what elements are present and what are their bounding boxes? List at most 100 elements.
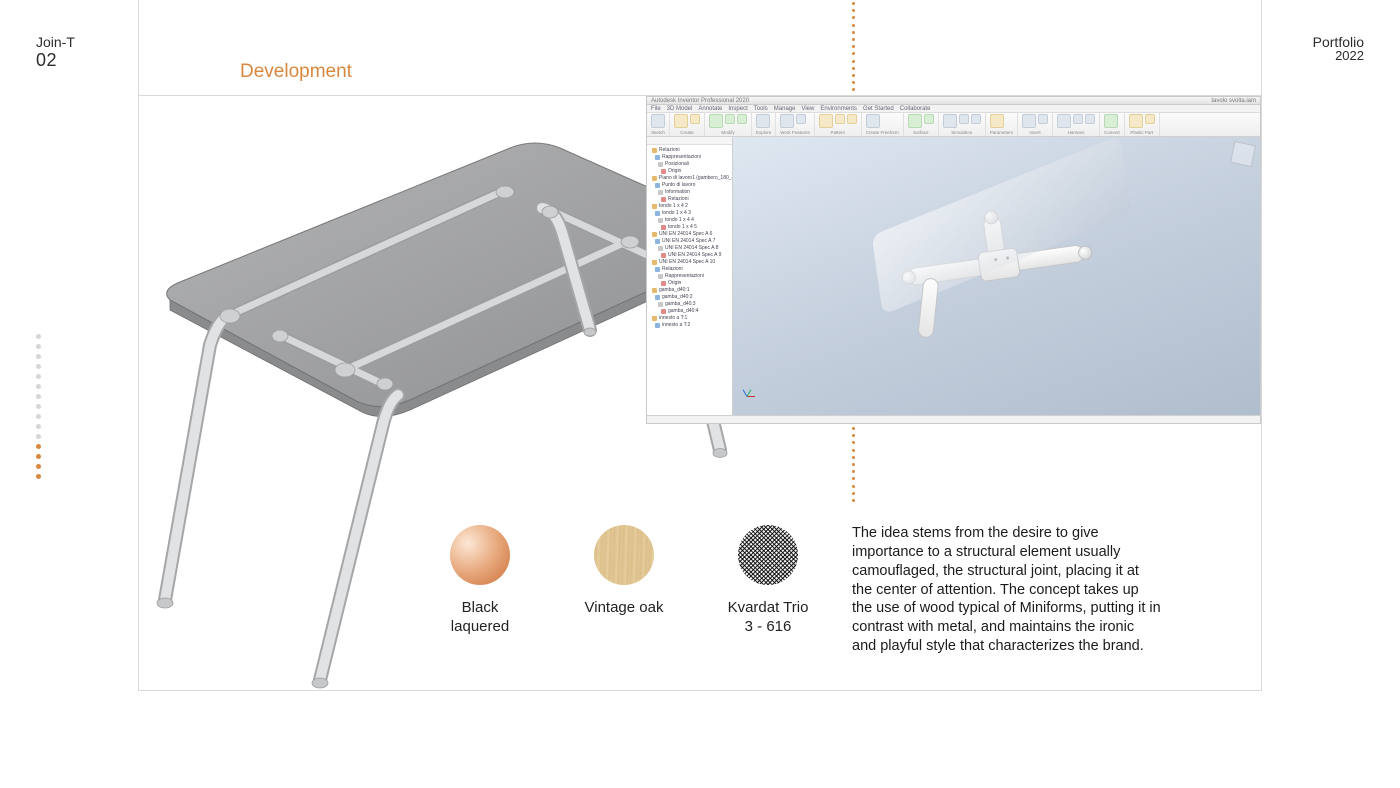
ribbon-icon (971, 114, 981, 124)
tree-node-icon (652, 176, 657, 181)
ribbon-icon (1085, 114, 1095, 124)
cad-menu-item: Get Started (863, 106, 894, 112)
ribbon-group-label: Parameters (990, 130, 1013, 135)
tree-node-label: gamba_d40:2 (662, 294, 693, 300)
tree-node-icon (655, 155, 660, 160)
project-name: Join-T (36, 34, 75, 50)
ribbon-group: Simulation (939, 113, 986, 136)
tree-item: gamba_d40:3 (650, 301, 729, 307)
ribbon-group: Sketch (647, 113, 670, 136)
page-dot (36, 384, 41, 389)
tree-item: tondo 1 x 4 2 (650, 203, 729, 209)
tree-node-label: gamba_d40:1 (659, 287, 690, 293)
cad-menu-item: Tools (754, 106, 768, 112)
tree-node-label: Relazioni (659, 147, 680, 153)
tree-node-icon (655, 267, 660, 272)
ribbon-icon (866, 114, 880, 128)
tree-node-icon (661, 309, 666, 314)
page-dot (36, 394, 41, 399)
ribbon-group-label: Pattern (819, 130, 857, 135)
project-number: 02 (36, 50, 57, 71)
tree-node-label: tondo 1 x 4 5 (668, 224, 697, 230)
tree-node-label: Piano di lavoro1 (gambero_180_40):1 (659, 175, 733, 181)
ribbon-icon (796, 114, 806, 124)
tree-node-label: gamba_d40:4 (668, 308, 699, 314)
tree-item: Origin (650, 168, 729, 174)
ribbon-group: Parameters (986, 113, 1018, 136)
cad-ribbon: SketchCreateModifyExploreWork FeaturesPa… (647, 113, 1260, 137)
ribbon-icon (780, 114, 794, 128)
material-label: Blacklaquered (451, 599, 509, 637)
material-vintage-oak: Vintage oak (574, 525, 674, 637)
tree-node-icon (655, 211, 660, 216)
ribbon-group-label: Work Features (780, 130, 809, 135)
page-dot (36, 414, 41, 419)
tree-node-icon (652, 232, 657, 237)
ribbon-icon (725, 114, 735, 124)
portfolio-page: Join-T 02 Portfolio 2022 Development (0, 0, 1400, 788)
tree-node-icon (652, 204, 657, 209)
tree-node-label: UNI EN 24014 Spec A 9 (668, 252, 721, 258)
tree-item: gamba_d40:2 (650, 294, 729, 300)
portfolio-year: 2022 (1335, 48, 1364, 63)
page-dot (36, 444, 41, 449)
ribbon-icon (990, 114, 1004, 128)
swatch-icon (594, 525, 654, 585)
ribbon-icon (1022, 114, 1036, 128)
ribbon-icon (1129, 114, 1143, 128)
material-label: Vintage oak (585, 599, 664, 618)
cad-viewport (733, 137, 1260, 415)
tree-item: gamba_d40:1 (650, 287, 729, 293)
tree-node-label: Rappresentazioni (662, 154, 701, 160)
ribbon-group: Modify (705, 113, 752, 136)
page-dot (36, 474, 41, 479)
ribbon-group: Harness (1053, 113, 1100, 136)
ribbon-icon (959, 114, 969, 124)
ribbon-icon (1057, 114, 1071, 128)
cad-menu: File3D ModelAnnotateInspectToolsManageVi… (647, 105, 1260, 113)
cad-body: RelazioniRappresentazioniPosizionaliOrig… (647, 137, 1260, 415)
material-label: Kvardat Trio3 - 616 (728, 599, 809, 637)
ribbon-group: Surface (904, 113, 939, 136)
tree-item: tondo 1 x 4 3 (650, 210, 729, 216)
tree-node-label: innesto a T:1 (659, 315, 687, 321)
tree-node-label: innesto a T:2 (662, 322, 690, 328)
tree-node-icon (661, 197, 666, 202)
tree-node-icon (655, 295, 660, 300)
tree-item: UNI EN 24014 Spec A 6 (650, 231, 729, 237)
ribbon-group-label: Simulation (943, 130, 981, 135)
tree-node-icon (655, 323, 660, 328)
ribbon-icon (709, 114, 723, 128)
ribbon-group-label: Surface (908, 130, 934, 135)
tree-item: UNI EN 24014 Spec A 8 (650, 245, 729, 251)
cad-screenshot: Autodesk Inventor Professional 2020 tavo… (646, 96, 1261, 424)
ribbon-group: Explore (752, 113, 776, 136)
page-dot (36, 344, 41, 349)
tree-node-icon (658, 162, 663, 167)
ribbon-icon (943, 114, 957, 128)
tree-item: Relazioni (650, 196, 729, 202)
tree-item: innesto a T:2 (650, 322, 729, 328)
cad-menu-item: Collaborate (900, 106, 931, 112)
viewcube-icon (1230, 141, 1256, 167)
page-dot (36, 354, 41, 359)
cad-menu-item: View (801, 106, 814, 112)
ribbon-icon (1038, 114, 1048, 124)
tree-node-icon (658, 246, 663, 251)
ribbon-group: Work Features (776, 113, 814, 136)
ribbon-icon (690, 114, 700, 124)
tree-node-label: Rappresentazioni (665, 273, 704, 279)
ribbon-icon (756, 114, 770, 128)
ribbon-group: Convert (1100, 113, 1125, 136)
description-text: The idea stems from the desire to give i… (852, 524, 1162, 656)
ribbon-icon (819, 114, 833, 128)
tree-item: innesto a T:1 (650, 315, 729, 321)
cad-titlebar: Autodesk Inventor Professional 2020 tavo… (647, 97, 1260, 105)
tree-item: UNI EN 24014 Spec A 7 (650, 238, 729, 244)
ribbon-icon (737, 114, 747, 124)
tree-item: Piano di lavoro1 (gambero_180_40):1 (650, 175, 729, 181)
tree-node-label: tondo 1 x 4 3 (662, 210, 691, 216)
tree-item: Rappresentazioni (650, 273, 729, 279)
cad-window-title: Autodesk Inventor Professional 2020 (651, 98, 749, 104)
ribbon-group-label: Convert (1104, 130, 1120, 135)
